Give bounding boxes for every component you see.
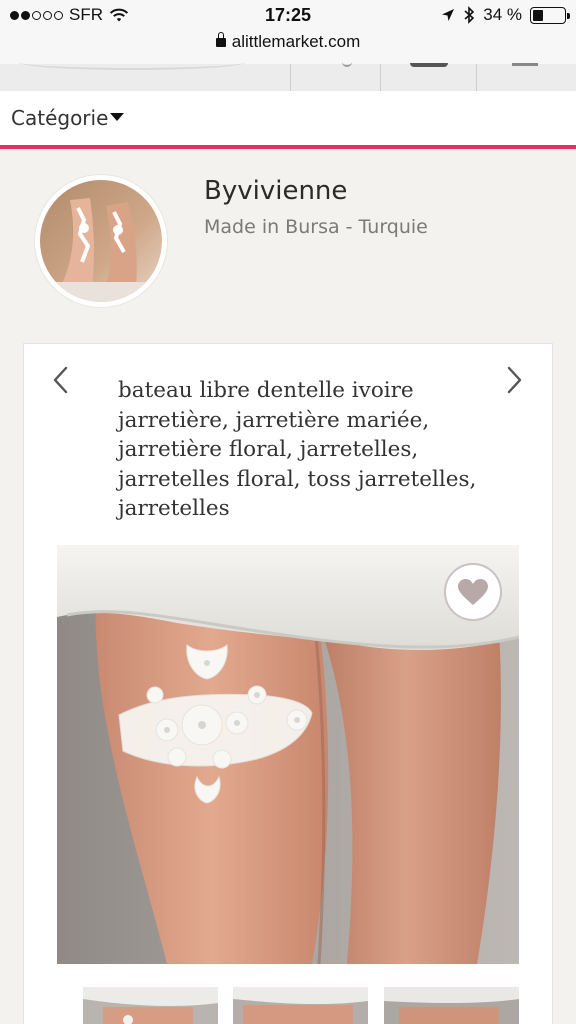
logo-fragment bbox=[18, 54, 246, 70]
category-dropdown[interactable]: Catégorie bbox=[11, 106, 125, 130]
shop-origin: Made in Bursa - Turquie bbox=[204, 216, 428, 238]
shop-name[interactable]: Byvivienne bbox=[204, 176, 347, 206]
header-divider bbox=[380, 64, 381, 91]
battery-level bbox=[533, 9, 544, 21]
thumbnail-3[interactable] bbox=[384, 987, 519, 1024]
status-right: 34 % bbox=[441, 5, 570, 25]
product-title: bateau libre dentelle ivoire jarretière,… bbox=[118, 378, 477, 521]
category-label: Catégorie bbox=[11, 106, 109, 130]
battery-percent: 34 % bbox=[483, 5, 522, 24]
header-divider bbox=[476, 64, 477, 91]
thumbnail-image bbox=[233, 987, 368, 1024]
thumbnail-image bbox=[83, 987, 218, 1024]
header-divider bbox=[290, 64, 291, 91]
caret-down-icon bbox=[110, 113, 125, 121]
thumbnail-2[interactable] bbox=[233, 987, 368, 1024]
header-icon-fragment[interactable] bbox=[342, 62, 352, 67]
thumbnail-1[interactable] bbox=[83, 987, 218, 1024]
category-bar: Catégorie bbox=[0, 91, 576, 145]
chevron-right-icon[interactable] bbox=[503, 365, 525, 395]
chevron-left-icon[interactable] bbox=[50, 365, 72, 395]
header-icon-fragment[interactable] bbox=[512, 63, 538, 66]
url-text: alittlemarket.com bbox=[231, 32, 361, 51]
location-arrow-icon bbox=[442, 9, 455, 21]
shop-avatar-image bbox=[40, 180, 162, 302]
address-bar[interactable]: alittlemarket.com bbox=[0, 32, 576, 52]
accent-divider bbox=[0, 145, 576, 149]
lock-icon bbox=[215, 32, 226, 47]
bluetooth-icon bbox=[464, 6, 475, 24]
favorite-button[interactable] bbox=[444, 563, 502, 621]
shop-avatar[interactable] bbox=[35, 175, 167, 307]
header-icon-fragment[interactable] bbox=[410, 63, 448, 67]
site-header-bottom bbox=[0, 62, 576, 91]
battery-icon bbox=[530, 6, 570, 24]
heart-icon bbox=[458, 579, 488, 605]
thumbnail-image bbox=[384, 987, 519, 1024]
